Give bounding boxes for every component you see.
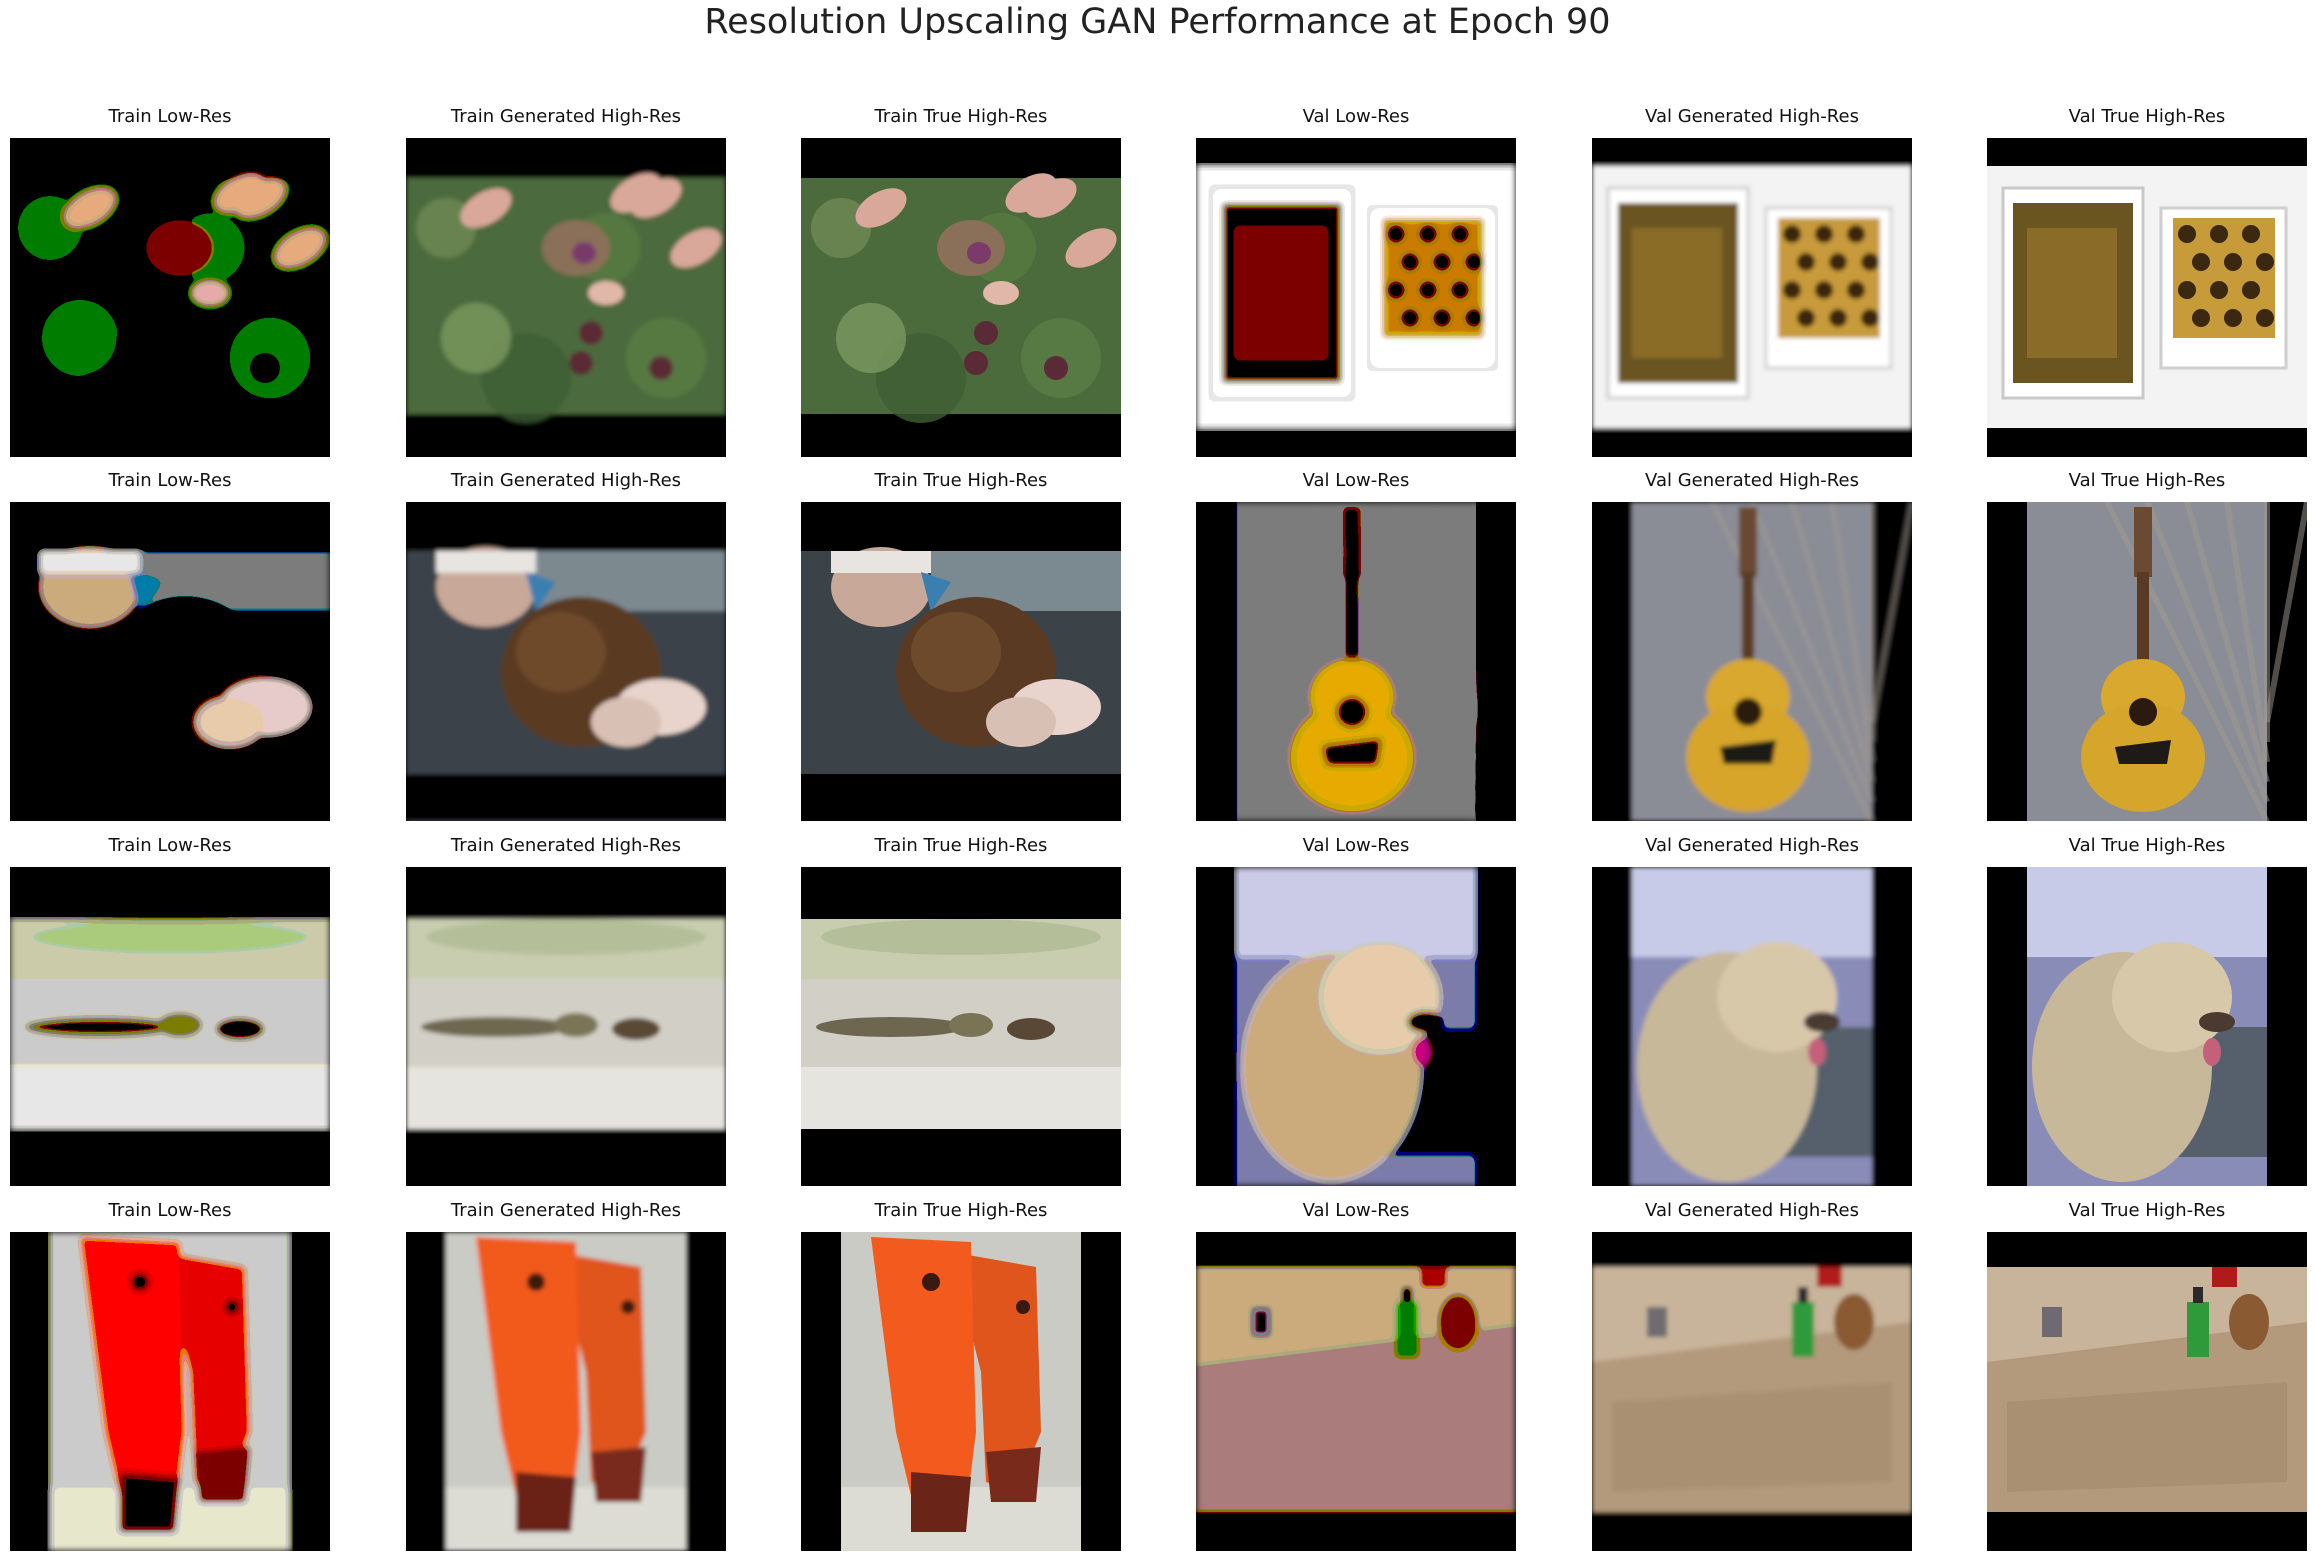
image-render	[801, 867, 1121, 1186]
panel-title: Val True High-Res	[2068, 835, 2226, 856]
train-image-generated	[406, 138, 726, 457]
panel-title: Val Generated High-Res	[1645, 835, 1859, 856]
val-image-generated	[1592, 138, 1912, 457]
image-render	[406, 1232, 726, 1551]
val-image-true	[1987, 1232, 2307, 1551]
panel-title: Val True High-Res	[2068, 1200, 2226, 1221]
image-render	[1987, 138, 2307, 457]
panel-title: Train Low-Res	[108, 835, 232, 856]
image-render	[801, 138, 1121, 457]
image-render	[1592, 138, 1912, 457]
figure-title: Resolution Upscaling GAN Performance at …	[704, 2, 1611, 42]
train-image-true	[801, 1232, 1121, 1551]
image-render	[1592, 502, 1912, 821]
panel-title: Train Generated High-Res	[450, 470, 682, 491]
train-image-true	[801, 502, 1121, 821]
image-render	[1987, 1232, 2307, 1551]
panel-title: Val True High-Res	[2068, 106, 2226, 127]
val-image-generated	[1592, 867, 1912, 1186]
train-image-true	[801, 867, 1121, 1186]
val-image-true	[1987, 138, 2307, 457]
panel-title: Val True High-Res	[2068, 470, 2226, 491]
image-render	[10, 502, 330, 821]
panel-title: Train True High-Res	[874, 470, 1048, 491]
val-image-true	[1987, 867, 2307, 1186]
train-image-low	[10, 138, 330, 457]
train-image-generated	[406, 502, 726, 821]
image-render	[10, 867, 330, 1186]
panel-title: Train Low-Res	[108, 106, 232, 127]
panel-title: Val Generated High-Res	[1645, 1200, 1859, 1221]
image-render	[10, 138, 330, 457]
val-image-low	[1196, 138, 1516, 457]
image-render	[1987, 867, 2307, 1186]
image-render	[10, 1232, 330, 1551]
image-render	[1196, 1232, 1516, 1551]
panel-title: Train Generated High-Res	[450, 1200, 682, 1221]
image-render	[1592, 867, 1912, 1186]
train-image-generated	[406, 867, 726, 1186]
image-render	[1196, 138, 1516, 457]
panel-title: Train Low-Res	[108, 1200, 232, 1221]
panel-title: Train True High-Res	[874, 106, 1048, 127]
val-image-low	[1196, 1232, 1516, 1551]
val-image-low	[1196, 867, 1516, 1186]
panel-title: Val Low-Res	[1302, 835, 1410, 856]
panel-title: Train True High-Res	[874, 1200, 1048, 1221]
train-image-generated	[406, 1232, 726, 1551]
panel-title: Val Low-Res	[1302, 106, 1410, 127]
panel-title: Train Generated High-Res	[450, 835, 682, 856]
image-render	[406, 138, 726, 457]
panel-title: Train True High-Res	[874, 835, 1048, 856]
val-image-generated	[1592, 1232, 1912, 1551]
image-render	[1592, 1232, 1912, 1551]
panel-title: Val Generated High-Res	[1645, 470, 1859, 491]
image-render	[406, 867, 726, 1186]
panel-title: Train Generated High-Res	[450, 106, 682, 127]
train-image-true	[801, 138, 1121, 457]
val-image-generated	[1592, 502, 1912, 821]
val-image-low	[1196, 502, 1516, 821]
train-image-low	[10, 867, 330, 1186]
figure: Resolution Upscaling GAN Performance at …	[0, 0, 2315, 1560]
image-render	[801, 502, 1121, 821]
image-render	[1196, 502, 1516, 821]
image-render	[1987, 502, 2307, 821]
image-render	[406, 502, 726, 821]
image-render	[1196, 867, 1516, 1186]
image-render	[801, 1232, 1121, 1551]
train-image-low	[10, 1232, 330, 1551]
val-image-true	[1987, 502, 2307, 821]
panel-title: Val Low-Res	[1302, 470, 1410, 491]
panel-title: Train Low-Res	[108, 470, 232, 491]
train-image-low	[10, 502, 330, 821]
panel-title: Val Generated High-Res	[1645, 106, 1859, 127]
panel-title: Val Low-Res	[1302, 1200, 1410, 1221]
